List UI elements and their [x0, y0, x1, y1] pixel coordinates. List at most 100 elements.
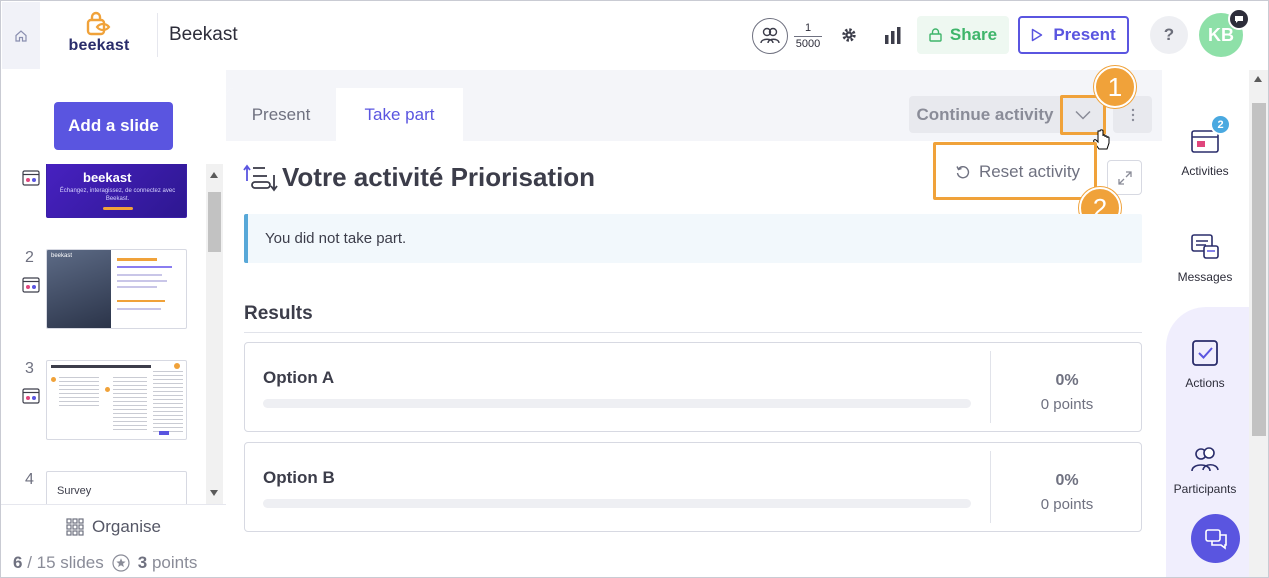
slide-thumbnail[interactable]: beekast Échangez, interagissez, de conne…: [46, 164, 187, 218]
bar-chart-icon: [885, 26, 901, 44]
home-icon: [15, 29, 27, 42]
rail-icon-wrap: [1190, 232, 1220, 262]
beekast-logo[interactable]: beekast: [63, 11, 135, 57]
step-marker-1: 1: [1094, 66, 1136, 108]
statistics-button[interactable]: [882, 24, 904, 46]
add-slide-label: Add a slide: [68, 116, 159, 135]
gear-icon: [842, 28, 856, 42]
app-window: beekast Beekast 1 5000 Share Present ? K…: [0, 0, 1269, 578]
option-percent: 0%: [1055, 472, 1079, 489]
slide-thumbnail[interactable]: beekast: [46, 249, 187, 329]
tab-take-part[interactable]: Take part: [336, 88, 463, 141]
organise-label: Organise: [92, 516, 161, 536]
thumb-line: [117, 286, 157, 288]
slide-list-scrollbar[interactable]: [206, 164, 223, 504]
rail-label: Actions: [1185, 376, 1225, 390]
participants-counter[interactable]: 1 5000: [752, 18, 822, 54]
thumb-photo: [47, 250, 111, 328]
slide-type-icon: [22, 170, 40, 186]
scroll-up-arrow[interactable]: [210, 172, 218, 178]
slides-panel: Add a slide beekast Échangez, interagiss…: [1, 70, 226, 577]
thumb-title: Survey: [57, 485, 92, 497]
slide-item-2[interactable]: 2 beekast: [1, 249, 201, 329]
fullscreen-button[interactable]: [1107, 160, 1142, 195]
rail-messages[interactable]: Messages: [1162, 232, 1248, 284]
info-text: You did not take part.: [265, 230, 407, 247]
thumb-bar: [103, 207, 133, 210]
thumb-text-block: [113, 377, 147, 432]
slide-type-icon: [22, 277, 40, 293]
thumb-title: beekast: [83, 170, 132, 185]
thumb-dot: [105, 387, 110, 392]
rail-icon-wrap: [1190, 444, 1220, 474]
avatar-badge: [1228, 8, 1250, 30]
header-divider: [157, 13, 158, 57]
help-button[interactable]: ?: [1150, 16, 1188, 54]
slide-item-1[interactable]: beekast Échangez, interagissez, de conne…: [1, 164, 201, 218]
result-option-b: Option B 0% 0 points: [244, 442, 1142, 532]
participants-icon: [760, 27, 780, 44]
organise-button[interactable]: Organise: [1, 504, 226, 548]
slide-number: 3: [25, 360, 34, 377]
results-divider: [244, 332, 1142, 333]
slide-number: 2: [25, 249, 34, 266]
thumb-text-block: [153, 371, 183, 433]
prioritization-icon: [243, 164, 278, 192]
page-scrollbar[interactable]: [1249, 70, 1268, 577]
points-label: points: [151, 553, 198, 572]
participants-count: 1 5000: [794, 22, 822, 51]
continue-label: Continue activity: [916, 104, 1054, 124]
thumb-line: [117, 266, 172, 268]
add-slide-button[interactable]: Add a slide: [54, 102, 173, 150]
option-name: Option A: [263, 368, 335, 387]
rail-actions[interactable]: Actions: [1162, 338, 1248, 390]
thumb-dot: [174, 363, 180, 369]
participants-icon: [1191, 447, 1219, 472]
rail-label: Messages: [1177, 270, 1233, 284]
slide-item-4[interactable]: 4 Survey: [1, 471, 201, 504]
thumb-dot: [51, 377, 56, 382]
rail-icon-wrap: 2: [1190, 114, 1231, 156]
thumb-subtitle: Échangez, interagissez, de connectez ave…: [59, 188, 176, 202]
slide-thumbnail[interactable]: Survey: [46, 471, 187, 504]
settings-button[interactable]: [838, 24, 860, 46]
option-progress-bar: [263, 499, 971, 508]
slide-thumbnail[interactable]: [46, 360, 187, 440]
present-button[interactable]: Present: [1018, 16, 1129, 54]
scroll-down-arrow[interactable]: [210, 490, 218, 496]
slide-number: 4: [25, 471, 34, 488]
thumb-line: [117, 258, 157, 261]
highlight-reset: [933, 142, 1097, 200]
home-button[interactable]: [2, 2, 40, 69]
help-label: ?: [1163, 25, 1175, 44]
thumb-button: [159, 431, 169, 435]
slide-type-icon: [22, 388, 40, 404]
page-scroll-thumb[interactable]: [1252, 103, 1266, 436]
thumb-line: [117, 308, 161, 310]
share-button[interactable]: Share: [917, 16, 1009, 54]
kebab-icon: [1131, 108, 1134, 121]
participants-max: 5000: [795, 37, 821, 50]
rail-activities[interactable]: 2 Activities: [1162, 114, 1248, 178]
tab-present[interactable]: Present: [226, 88, 336, 141]
activities-badge: 2: [1210, 114, 1231, 135]
beekast-logo-icon: [86, 11, 111, 36]
star-icon: [112, 554, 130, 572]
rail-participants[interactable]: Participants: [1162, 444, 1248, 496]
option-progress-bar: [263, 399, 971, 408]
page-scroll-up[interactable]: [1254, 76, 1262, 82]
rail-label: Activities: [1181, 164, 1229, 178]
top-header: beekast Beekast 1 5000 Share Present ? K…: [1, 1, 1268, 70]
avatar-initials: KB: [1208, 24, 1234, 45]
points-value: 3: [137, 553, 148, 572]
result-option-a: Option A 0% 0 points: [244, 342, 1142, 432]
scroll-thumb[interactable]: [208, 192, 221, 252]
participants-circle: [752, 18, 788, 54]
thumb-line: [117, 300, 165, 302]
tab-label: Present: [251, 104, 311, 124]
chat-icon: [1204, 528, 1227, 550]
chat-button[interactable]: [1191, 514, 1240, 563]
slide-item-3[interactable]: 3: [1, 360, 201, 440]
thumb-text-block: [59, 377, 99, 407]
continue-activity-button[interactable]: Continue activity: [909, 96, 1061, 133]
